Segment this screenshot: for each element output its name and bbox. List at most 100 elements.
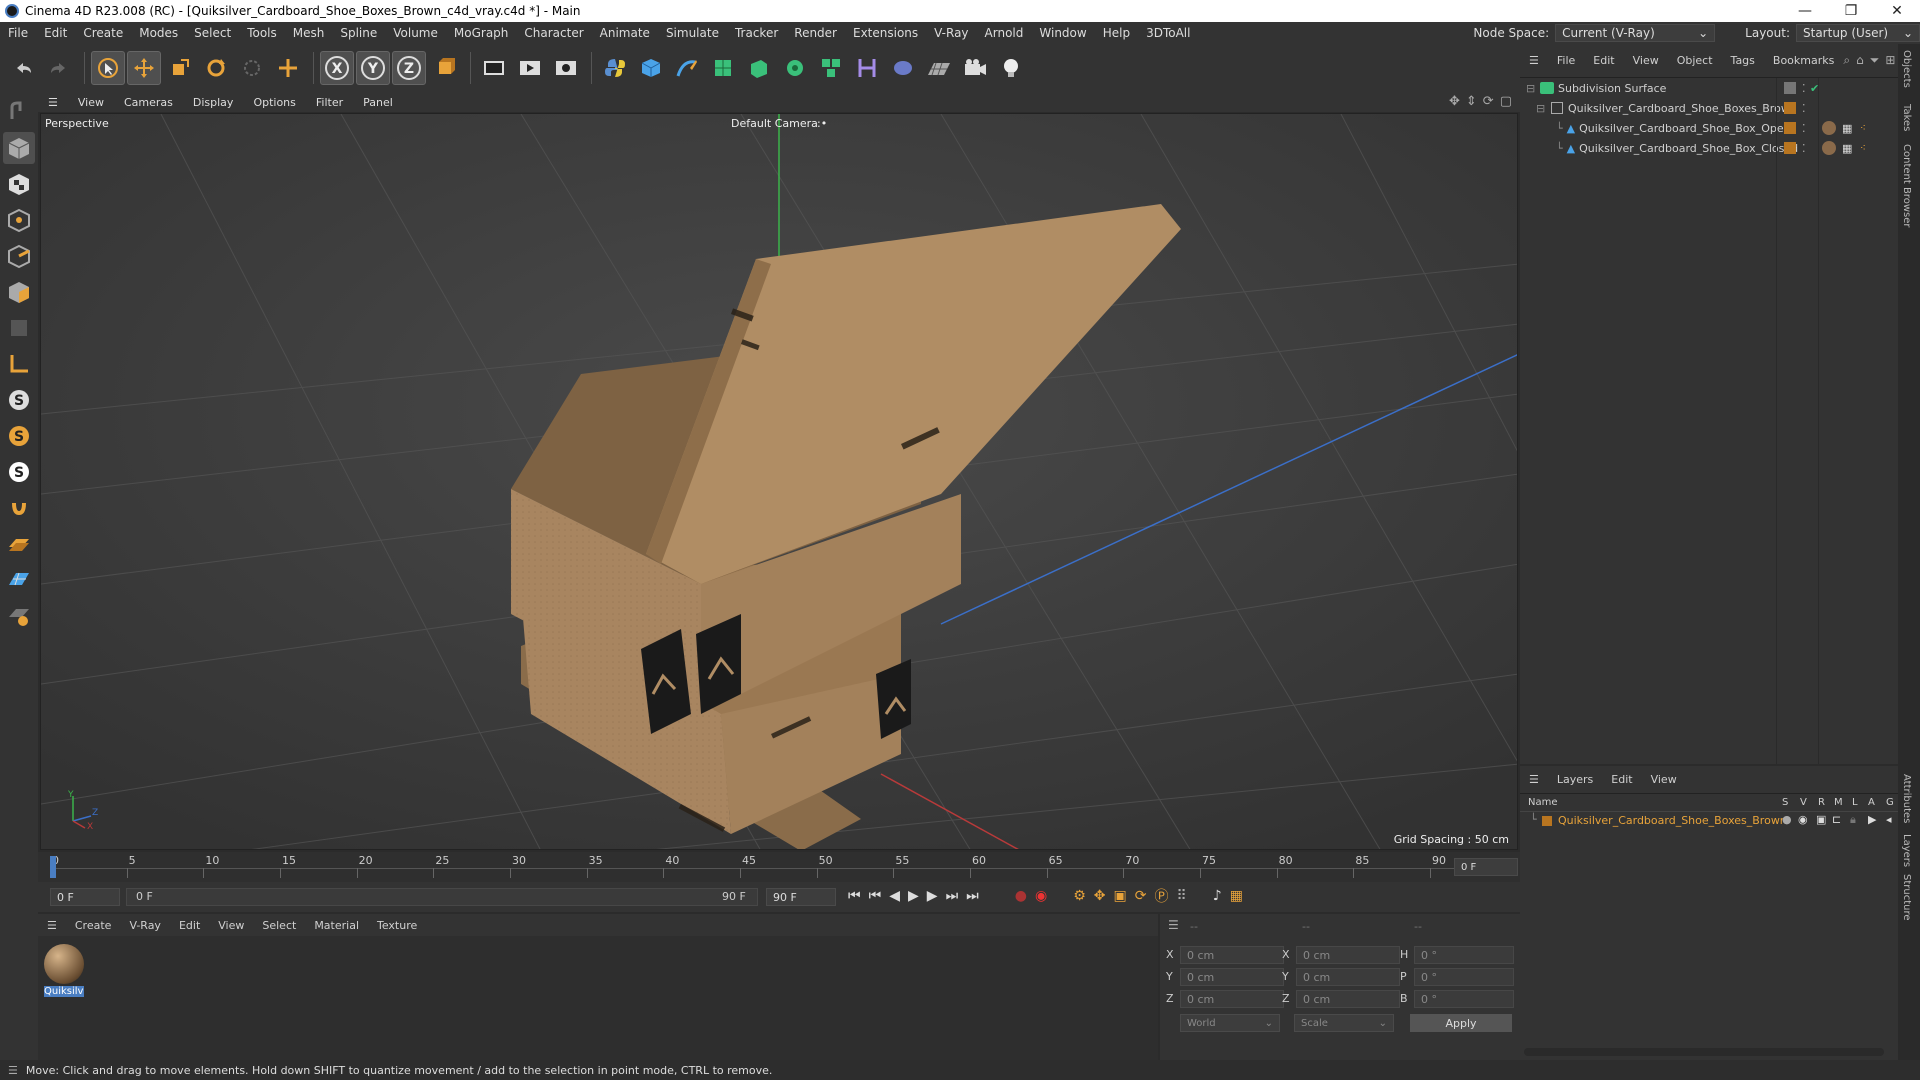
menu-file[interactable]: File (0, 26, 36, 40)
solo-icon[interactable]: S (3, 420, 35, 452)
texture-mode-icon[interactable] (3, 168, 35, 200)
grid-plane-icon[interactable] (3, 564, 35, 596)
manager-toggle-icon[interactable]: ⊏ (1832, 813, 1841, 826)
size-x-field[interactable]: 0 cm (1296, 946, 1400, 964)
coordinate-system-icon[interactable] (428, 51, 462, 85)
menu-extensions[interactable]: Extensions (845, 26, 926, 40)
field-icon[interactable] (886, 51, 920, 85)
current-frame-field[interactable]: 0 F (1454, 858, 1518, 876)
obj-menu-object[interactable]: Object (1668, 54, 1722, 67)
coord-system-dropdown[interactable]: World ⌄ (1180, 1014, 1280, 1032)
undo-button[interactable] (6, 51, 40, 85)
subdivision-surface-icon[interactable] (706, 51, 740, 85)
menu-tools[interactable]: Tools (239, 26, 285, 40)
transform-tool-icon[interactable] (271, 51, 305, 85)
object-row[interactable]: └ ▲ Quiksilver_Cardboard_Shoe_Box_Open ⁚… (1520, 119, 1898, 137)
hamburger-icon[interactable]: ☰ (1168, 918, 1179, 932)
menu-edit[interactable]: Edit (36, 26, 75, 40)
layer-col-locked[interactable]: L (1852, 797, 1858, 808)
end-frame-field[interactable]: 90 F (766, 888, 836, 906)
floor-icon[interactable] (922, 51, 956, 85)
tab-content-browser[interactable]: Content Browser (1901, 144, 1912, 227)
solo-hierarchy-icon[interactable]: S (3, 456, 35, 488)
live-selection-icon[interactable] (235, 51, 269, 85)
axis-mode-icon[interactable] (3, 348, 35, 380)
key-pla-icon[interactable]: ⠿ (1176, 888, 1186, 904)
layer-col-view[interactable]: V (1800, 797, 1807, 808)
visibility-dots-icon[interactable]: ⁚ (1802, 142, 1806, 155)
timeline-ruler[interactable]: 051015202530354045505560657075808590 0 F (38, 852, 1520, 882)
viewport-menu-filter[interactable]: Filter (306, 96, 353, 109)
spline-pen-icon[interactable] (670, 51, 704, 85)
uvw-tag-icon[interactable]: ▦ (1842, 122, 1852, 135)
eye-icon[interactable]: ◉ (1798, 813, 1808, 826)
menu-spline[interactable]: Spline (332, 26, 385, 40)
new-window-icon[interactable]: ⊞ (1885, 53, 1895, 68)
obj-menu-view[interactable]: View (1624, 54, 1668, 67)
visibility-dots-icon[interactable]: ⁚ (1802, 122, 1806, 135)
goto-end-icon[interactable]: ⏭ (966, 888, 979, 904)
layout-dropdown[interactable]: Startup (User) ⌄ (1796, 24, 1920, 42)
key-rotate-icon[interactable]: ⟳ (1135, 888, 1147, 904)
point-mode-icon[interactable] (3, 204, 35, 236)
orbit-view-icon[interactable]: ⟳ (1483, 94, 1494, 109)
cube-primitive-icon[interactable] (634, 51, 668, 85)
visibility-dots-icon[interactable]: ⁚ (1802, 102, 1806, 115)
maximize-view-icon[interactable]: ▢ (1500, 94, 1512, 109)
object-row[interactable]: └ ▲ Quiksilver_Cardboard_Shoe_Box_Closed… (1520, 139, 1898, 157)
key-move-icon[interactable]: ✥ (1094, 888, 1106, 904)
viewport-menu-panel[interactable]: Panel (353, 96, 403, 109)
search-icon[interactable]: ⌕ (1843, 53, 1850, 68)
vray-tag-icon[interactable]: ⁖ (1860, 123, 1866, 134)
object-row[interactable]: ⊟ Subdivision Surface ⁚ ✔ (1520, 79, 1898, 97)
material-menu-edit[interactable]: Edit (170, 919, 209, 932)
viewport-menu-cameras[interactable]: Cameras (114, 96, 183, 109)
camera-lock-icon[interactable]: :• (817, 117, 827, 130)
obj-menu-edit[interactable]: Edit (1584, 54, 1623, 67)
perspective-viewport[interactable]: Perspective Default Camera :• Grid Spaci… (40, 113, 1518, 850)
snap-icon[interactable]: S (3, 384, 35, 416)
layer-menu-view[interactable]: View (1642, 773, 1686, 786)
menu-character[interactable]: Character (516, 26, 591, 40)
minimize-button[interactable]: — (1782, 0, 1828, 22)
material-thumbnail[interactable]: Quiksilve (44, 944, 84, 1002)
visibility-dots-icon[interactable]: ⁚ (1802, 82, 1806, 95)
redo-button[interactable] (42, 51, 76, 85)
object-row[interactable]: ⊟ Quiksilver_Cardboard_Shoe_Boxes_Brown … (1520, 99, 1898, 117)
vray-tag-icon[interactable]: ⁖ (1860, 143, 1866, 154)
filter-icon[interactable]: ⏷ (1870, 53, 1880, 68)
menu-mograph[interactable]: MoGraph (446, 26, 517, 40)
collapse-icon[interactable]: ⊟ (1526, 82, 1536, 95)
hamburger-icon[interactable]: ☰ (38, 919, 66, 932)
size-z-field[interactable]: 0 cm (1296, 990, 1400, 1008)
goto-start-icon[interactable]: ⏮ (848, 888, 861, 904)
layer-menu-layers[interactable]: Layers (1548, 773, 1602, 786)
workplane-icon[interactable] (3, 528, 35, 560)
pan-view-icon[interactable]: ✥ (1449, 94, 1460, 109)
material-menu-texture[interactable]: Texture (368, 919, 426, 932)
layer-tag-icon[interactable] (1784, 82, 1796, 94)
node-space-dropdown[interactable]: Current (V-Ray) ⌄ (1555, 24, 1716, 42)
menu-simulate[interactable]: Simulate (658, 26, 727, 40)
home-icon[interactable]: ⌂ (1856, 53, 1864, 68)
uv-mode-icon[interactable] (3, 312, 35, 344)
prev-key-icon[interactable]: ⏮ (869, 888, 882, 904)
light-icon[interactable] (994, 51, 1028, 85)
key-gear-icon[interactable]: ⚙ (1073, 888, 1086, 904)
dolly-view-icon[interactable]: ⇕ (1466, 94, 1477, 109)
model-mode-icon[interactable] (3, 132, 35, 164)
menu-3dtoall[interactable]: 3DToAll (1138, 26, 1198, 40)
horizontal-scrollbar[interactable] (1524, 1048, 1884, 1056)
material-menu-view[interactable]: View (209, 919, 253, 932)
menu-window[interactable]: Window (1031, 26, 1094, 40)
material-tag-icon[interactable] (1822, 141, 1836, 155)
obj-menu-file[interactable]: File (1548, 54, 1584, 67)
next-frame-icon[interactable]: ▶ (927, 888, 938, 904)
layer-col-solo[interactable]: S (1782, 797, 1788, 808)
hamburger-icon[interactable]: ☰ (1520, 773, 1548, 786)
render-toggle-icon[interactable]: ▣ (1816, 813, 1826, 826)
layer-menu-edit[interactable]: Edit (1602, 773, 1641, 786)
lock-icon[interactable]: 🔒︎ (1850, 813, 1856, 827)
start-frame-field[interactable]: 0 F (50, 888, 120, 906)
hamburger-icon[interactable]: ☰ (1520, 54, 1548, 67)
